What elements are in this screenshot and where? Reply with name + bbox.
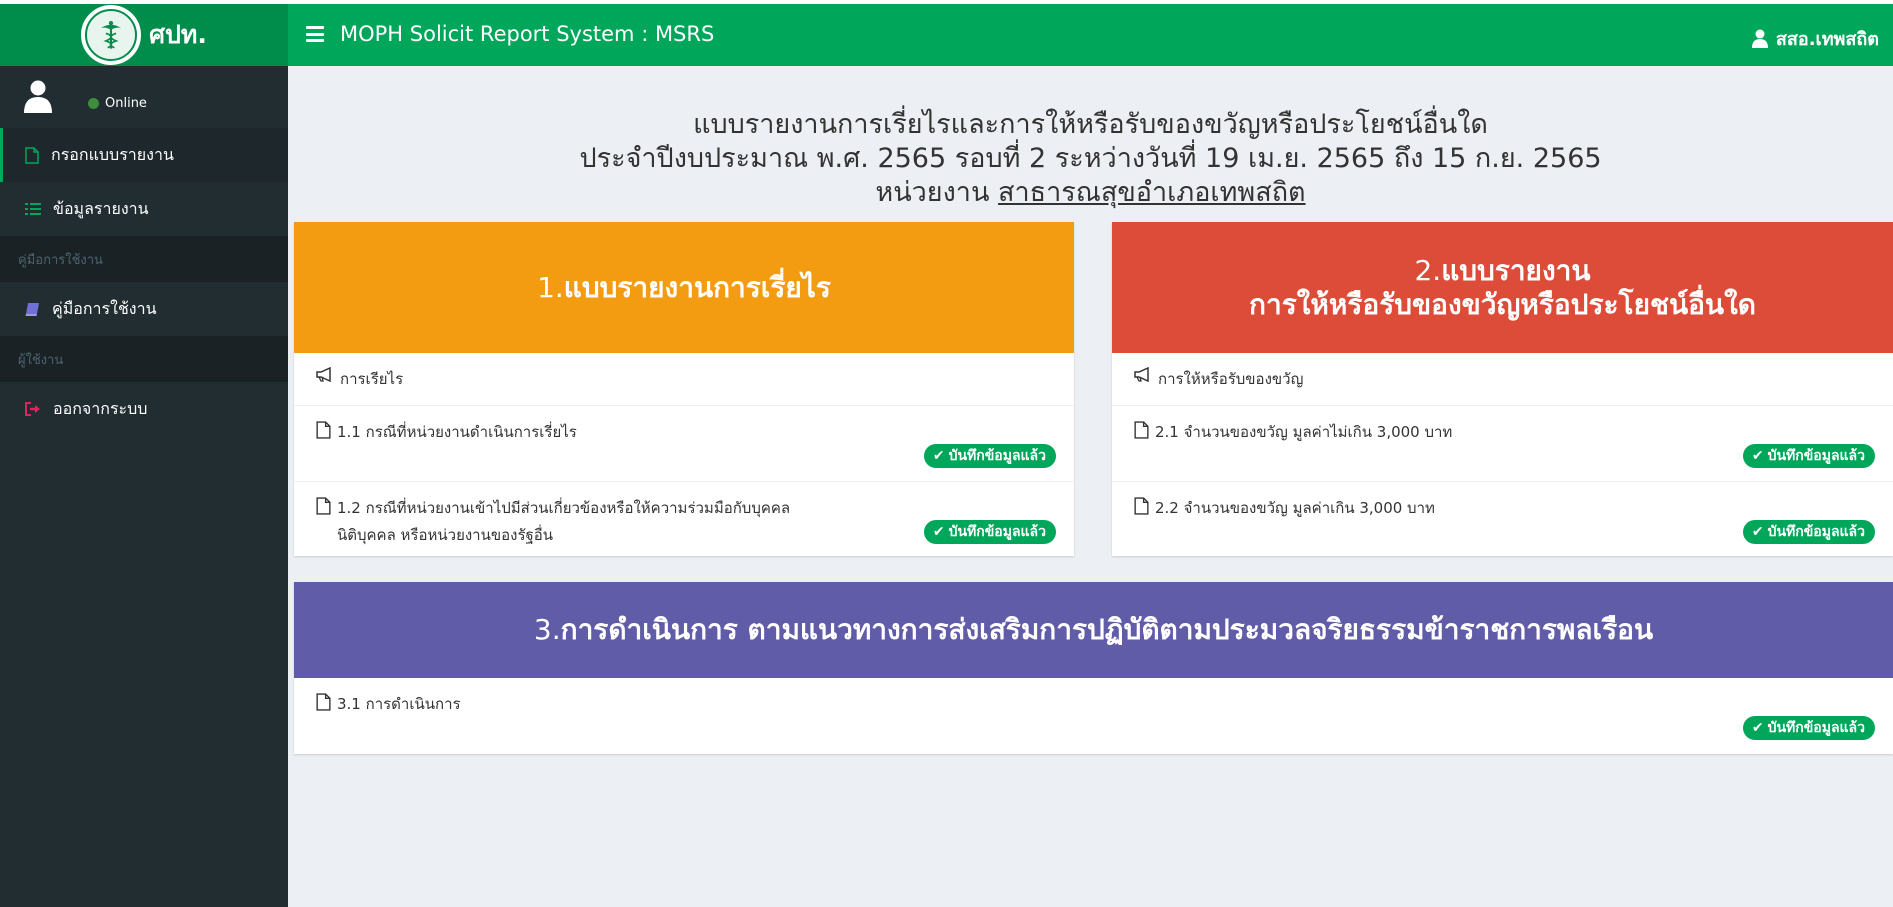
sidebar-item-label: ข้อมูลรายงาน — [53, 198, 149, 218]
box-number: 3. — [533, 613, 561, 646]
title-line-1: แบบรายงานการเรี่ยไรและการให้หรือรับของขว… — [693, 109, 1488, 140]
sidebar-item-fill-report[interactable]: กรอกแบบรายงาน — [0, 128, 288, 182]
bullhorn-icon — [316, 367, 331, 382]
item-label: 1.1 กรณีที่หน่วยงานดำเนินการเรี่ยไร — [337, 423, 577, 441]
box-subheader: การเรียไร — [294, 353, 1074, 405]
box-title: แบบรายงานการเรี่ยไร — [563, 270, 831, 304]
sidebar-header-user: ผู้ใช้งาน — [0, 336, 288, 382]
item-label: 1.2 กรณีที่หน่วยงานเข้าไปมีส่วนเกี่ยวข้อ… — [337, 499, 791, 517]
user-name: สสอ.เทพสถิต — [1775, 29, 1879, 50]
item-label-line2: นิติบุคคล หรือหน่วยงานของรัฐอื่น — [337, 526, 554, 544]
sidebar-item-label: ออกจากระบบ — [53, 398, 148, 418]
unit-prefix: หน่วยงาน — [875, 177, 999, 208]
saved-status-badge[interactable]: ✔ บันทึกข้อมูลแล้ว — [1742, 716, 1875, 740]
saved-status-badge[interactable]: ✔ บันทึกข้อมูลแล้ว — [1742, 520, 1875, 544]
sidebar-item-label: คู่มือการใช้งาน — [52, 298, 157, 318]
sidebar-header-manual: คู่มือการใช้งาน — [0, 236, 288, 282]
sidebar-item-logout[interactable]: ออกจากระบบ — [0, 382, 288, 436]
box-title: การดำเนินการ ตามแนวทางการส่งเสริมการปฏิบ… — [560, 613, 1654, 646]
sidebar-item-label: กรอกแบบรายงาน — [51, 144, 174, 164]
title-line-3: หน่วยงาน สาธารณสุขอำเภอเทพสถิต — [288, 176, 1893, 210]
file-icon — [25, 146, 39, 164]
unit-name: สาธารณสุขอำเภอเทพสถิต — [998, 177, 1306, 208]
box-number: 2. — [1414, 253, 1442, 287]
list-icon — [25, 203, 41, 215]
box-header: 2.แบบรายงาน การให้หรือรับของขวัญหรือประโ… — [1112, 222, 1893, 353]
saved-status-badge[interactable]: ✔ บันทึกข้อมูลแล้ว — [923, 520, 1056, 544]
box-header: 3.การดำเนินการ ตามแนวทางการส่งเสริมการปฏ… — [294, 582, 1893, 678]
item-label: 3.1 การดำเนินการ — [337, 695, 461, 713]
list-item[interactable]: 1.1 กรณีที่หน่วยงานดำเนินการเรี่ยไร ✔ บัน… — [294, 405, 1074, 481]
sidebar-item-report-data[interactable]: ข้อมูลรายงาน — [0, 182, 288, 236]
box-number: 1. — [537, 270, 564, 304]
avatar-icon — [24, 80, 52, 113]
online-dot-icon — [88, 98, 99, 109]
top-navbar: ศปท. MOPH Solicit Report System : MSRS ส… — [0, 0, 1893, 66]
saved-status-badge[interactable]: ✔ บันทึกข้อมูลแล้ว — [923, 444, 1056, 468]
box-ethics-operation: 3.การดำเนินการ ตามแนวทางการส่งเสริมการปฏ… — [294, 582, 1893, 754]
box-title-line2: การให้หรือรับของขวัญหรือประโยชน์อื่นใด — [1249, 287, 1756, 321]
online-label: Online — [105, 96, 147, 111]
check-icon: ✔ — [1751, 720, 1764, 736]
brand-text: ศปท. — [149, 20, 207, 49]
online-status: Online — [88, 96, 147, 111]
file-icon — [316, 497, 331, 515]
app-title: MOPH Solicit Report System : MSRS — [340, 22, 715, 46]
list-item[interactable]: 2.1 จำนวนของขวัญ มูลค่าไม่เกิน 3,000 บาท… — [1112, 405, 1893, 481]
caduceus-icon — [100, 20, 122, 49]
list-item[interactable]: 3.1 การดำเนินการ ✔ บันทึกข้อมูลแล้ว — [294, 678, 1893, 754]
sidebar: Online กรอกแบบรายงาน ข้อมูลรายงาน คู่มือ… — [0, 66, 288, 907]
subheader-label: การเรียไร — [340, 370, 404, 388]
item-label: 2.2 จำนวนของขวัญ มูลค่าเกิน 3,000 บาท — [1155, 499, 1435, 517]
check-icon: ✔ — [1751, 524, 1764, 540]
check-icon: ✔ — [1751, 448, 1764, 464]
check-icon: ✔ — [932, 524, 945, 540]
saved-status-badge[interactable]: ✔ บันทึกข้อมูลแล้ว — [1742, 444, 1875, 468]
user-icon — [1751, 29, 1768, 48]
file-icon — [1134, 421, 1149, 439]
file-icon — [316, 693, 331, 711]
brand-logo-area[interactable]: ศปท. — [0, 4, 288, 66]
bullhorn-icon — [1134, 367, 1149, 382]
ministry-seal-logo — [81, 5, 142, 65]
user-menu[interactable]: สสอ.เทพสถิต — [1751, 24, 1879, 53]
page-title: แบบรายงานการเรี่ยไรและการให้หรือรับของขว… — [288, 108, 1893, 210]
box-solicitation-report: 1.แบบรายงานการเรี่ยไร การเรียไร 1.1 กรณี… — [294, 222, 1074, 556]
user-panel: Online — [0, 66, 288, 128]
check-icon: ✔ — [932, 448, 945, 464]
list-item[interactable]: 2.2 จำนวนของขวัญ มูลค่าเกิน 3,000 บาท ✔ บ… — [1112, 481, 1893, 556]
box-header: 1.แบบรายงานการเรี่ยไร — [294, 222, 1074, 353]
box-gift-report: 2.แบบรายงาน การให้หรือรับของขวัญหรือประโ… — [1112, 222, 1893, 556]
file-icon — [316, 421, 331, 439]
title-line-2: ประจำปีงบประมาณ พ.ศ. 2565 รอบที่ 2 ระหว่… — [579, 143, 1602, 174]
sign-out-icon — [25, 402, 40, 416]
subheader-label: การให้หรือรับของขวัญ — [1158, 370, 1304, 388]
file-icon — [1134, 497, 1149, 515]
book-icon — [25, 302, 39, 316]
sidebar-toggle-icon[interactable] — [306, 26, 324, 42]
box-subheader: การให้หรือรับของขวัญ — [1112, 353, 1893, 405]
item-label: 2.1 จำนวนของขวัญ มูลค่าไม่เกิน 3,000 บาท — [1155, 423, 1453, 441]
list-item[interactable]: 1.2 กรณีที่หน่วยงานเข้าไปมีส่วนเกี่ยวข้อ… — [294, 481, 1074, 556]
box-title: แบบรายงาน — [1441, 253, 1591, 287]
sidebar-item-manual[interactable]: คู่มือการใช้งาน — [0, 282, 288, 336]
